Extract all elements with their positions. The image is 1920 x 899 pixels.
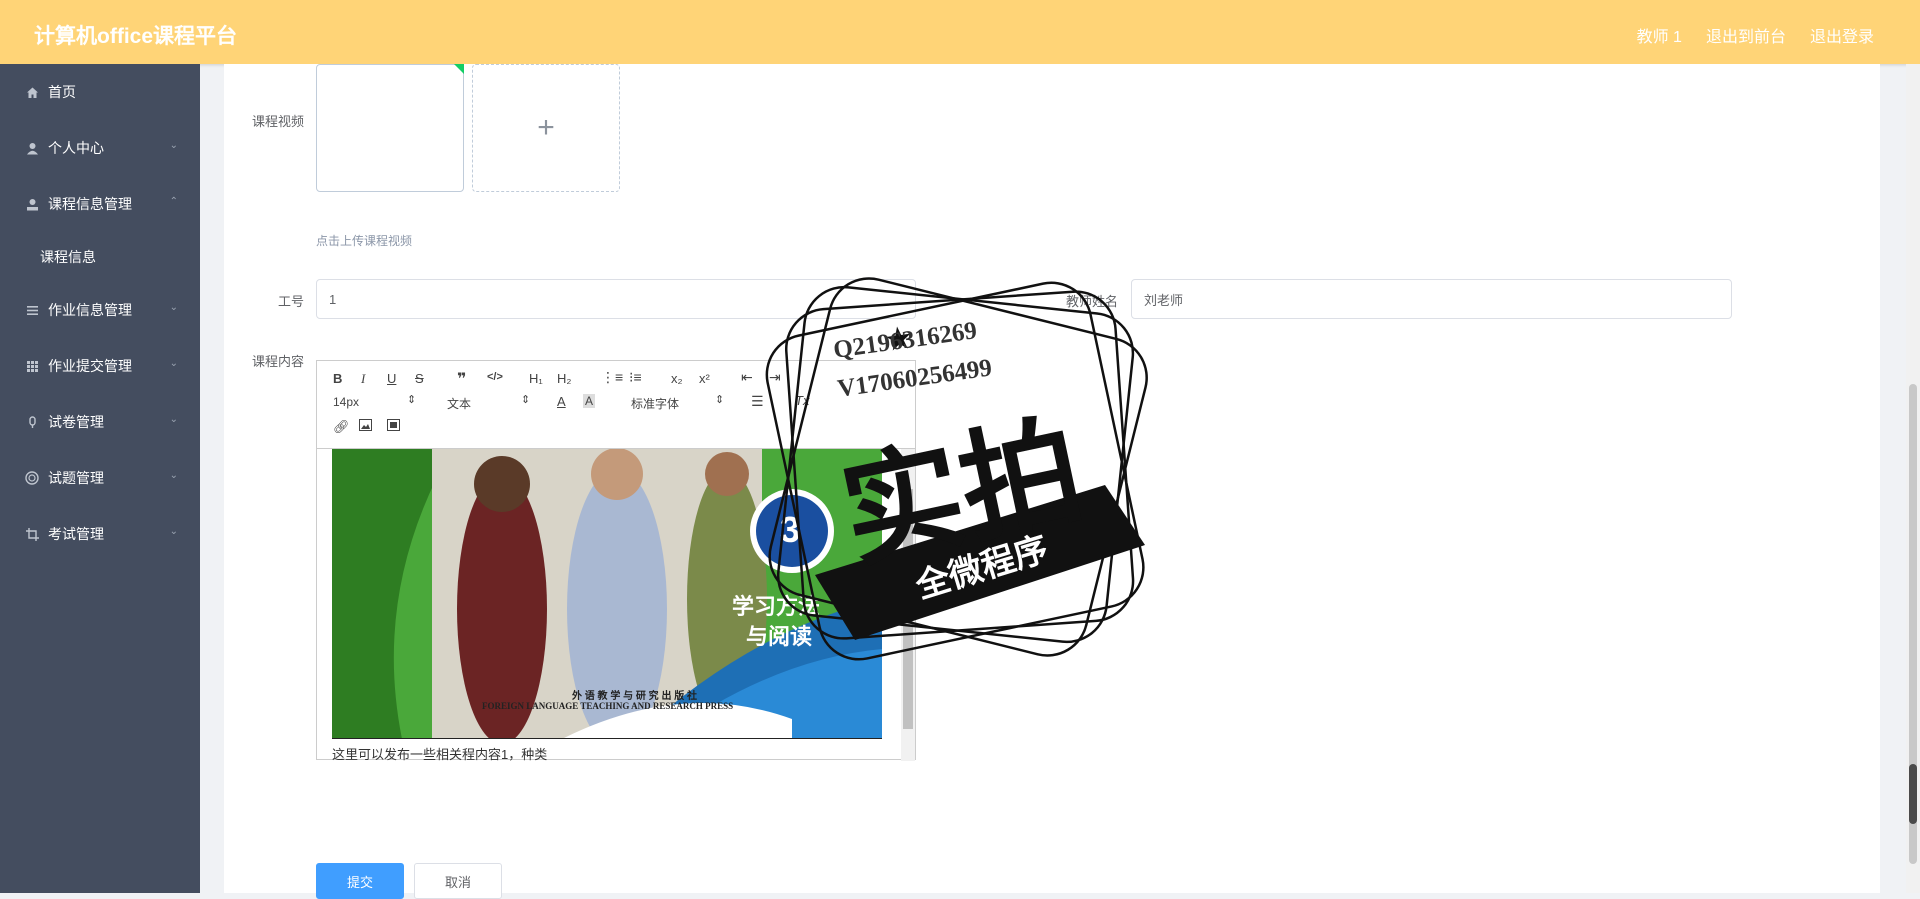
header-select[interactable]: 文本	[447, 395, 471, 412]
code-icon[interactable]: </>	[487, 371, 503, 383]
editor-text[interactable]: 这里可以发布一些相关程内容1，种类	[332, 744, 547, 761]
sidebar-item-submission-manage[interactable]: 作业提交管理 ⌄	[0, 338, 200, 394]
sidebar-item-label: 作业信息管理	[48, 302, 132, 318]
font-color-icon[interactable]: A	[557, 394, 566, 409]
nav-teacher-link[interactable]: 教师 1	[1637, 23, 1682, 47]
select-arrows-icon: ⇕	[521, 394, 531, 406]
image-icon[interactable]	[359, 419, 372, 434]
plus-icon: +	[537, 111, 555, 144]
cancel-button[interactable]: 取消	[414, 863, 502, 899]
quote-icon[interactable]: ❞	[457, 369, 466, 389]
sidebar-item-label: 个人中心	[48, 140, 104, 156]
list-icon	[24, 302, 40, 318]
sidebar-item-question-manage[interactable]: 试题管理 ⌄	[0, 450, 200, 506]
h2-icon[interactable]: H₂	[557, 371, 571, 386]
user-icon	[24, 196, 40, 212]
teacher-input[interactable]: 刘老师	[1131, 279, 1732, 319]
top-header: 计算机office课程平台 教师 1 退出到前台 退出登录	[0, 0, 1920, 64]
subscript-icon[interactable]: x₂	[671, 371, 683, 386]
bold-icon[interactable]: B	[333, 371, 342, 386]
crop-icon	[24, 526, 40, 542]
watermark-stamp: ★ Q2196316269 V17060256499 实拍 全微程序	[745, 255, 1175, 685]
font-family-select[interactable]: 标准字体	[631, 395, 679, 412]
ordered-list-icon[interactable]: ⋮≡	[601, 369, 623, 386]
submit-button[interactable]: 提交	[316, 863, 404, 899]
page-scrollbar[interactable]	[1906, 64, 1920, 893]
chevron-down-icon: ⌄	[169, 470, 178, 481]
user-icon	[24, 140, 40, 156]
sidebar: 首页 个人中心 ⌄ 课程信息管理 ⌃ 课程信息 作业信息管理 ⌄ 作业提交管理 …	[0, 64, 200, 893]
cover-publisher-cn: 外 语 教 学 与 研 究 出 版 社	[572, 691, 698, 702]
nav-logout-link[interactable]: 退出登录	[1810, 23, 1874, 47]
grid-icon	[24, 358, 40, 374]
circle-icon	[24, 470, 40, 486]
strike-icon[interactable]: S	[415, 371, 424, 386]
chevron-down-icon: ⌄	[169, 358, 178, 369]
sidebar-item-label: 试题管理	[48, 470, 104, 486]
sidebar-item-paper-manage[interactable]: 试卷管理 ⌄	[0, 394, 200, 450]
video-label: 课程视频	[251, 114, 304, 129]
select-arrows-icon: ⇕	[715, 394, 725, 406]
header-nav: 教师 1 退出到前台 退出登录	[1637, 23, 1874, 47]
upload-hint: 点击上传课程视频	[316, 234, 413, 248]
id-label: 工号	[277, 294, 304, 309]
sidebar-item-exam-manage[interactable]: 考试管理 ⌄	[0, 506, 200, 562]
sidebar-subitem-course-info[interactable]: 课程信息	[0, 232, 200, 282]
cover-publisher-en: FOREIGN LANGUAGE TEACHING AND RESEARCH P…	[482, 701, 734, 711]
underline-icon[interactable]: U	[387, 371, 396, 386]
sidebar-item-home[interactable]: 首页	[0, 64, 200, 120]
video-upload-button[interactable]: +	[472, 64, 620, 192]
font-size-select[interactable]: 14px	[333, 395, 359, 409]
chevron-down-icon: ⌄	[169, 302, 178, 313]
sidebar-item-personal[interactable]: 个人中心 ⌄	[0, 120, 200, 176]
mic-icon	[24, 414, 40, 430]
background-color-icon[interactable]: A	[583, 394, 596, 408]
nav-front-link[interactable]: 退出到前台	[1706, 23, 1786, 47]
h1-icon[interactable]: H₁	[529, 371, 543, 386]
italic-icon[interactable]: I	[361, 371, 365, 387]
sidebar-item-label: 课程信息管理	[48, 196, 132, 212]
chevron-down-icon: ⌄	[169, 526, 178, 537]
video-preview[interactable]	[316, 64, 464, 192]
bullet-list-icon[interactable]: ⁝≡	[629, 369, 642, 386]
sidebar-item-label: 试卷管理	[48, 414, 104, 430]
superscript-icon[interactable]: x²	[699, 371, 710, 386]
chevron-down-icon: ⌄	[169, 140, 178, 151]
sidebar-item-label: 作业提交管理	[48, 358, 132, 374]
chevron-down-icon: ⌄	[169, 414, 178, 425]
video-icon[interactable]	[387, 419, 400, 434]
select-arrows-icon: ⇕	[407, 394, 417, 406]
upload-success-corner	[454, 64, 464, 74]
chevron-up-icon: ⌃	[169, 196, 178, 207]
app-title: 计算机office课程平台	[34, 25, 238, 48]
sidebar-item-course-manage[interactable]: 课程信息管理 ⌃	[0, 176, 200, 232]
link-icon[interactable]: 🔗︎	[333, 419, 350, 435]
sidebar-item-label: 考试管理	[48, 526, 104, 542]
sidebar-item-label: 课程信息	[40, 249, 96, 265]
home-icon	[24, 84, 40, 100]
content-label: 课程内容	[251, 354, 304, 369]
sidebar-item-label: 首页	[48, 84, 76, 100]
sidebar-item-homework-manage[interactable]: 作业信息管理 ⌄	[0, 282, 200, 338]
